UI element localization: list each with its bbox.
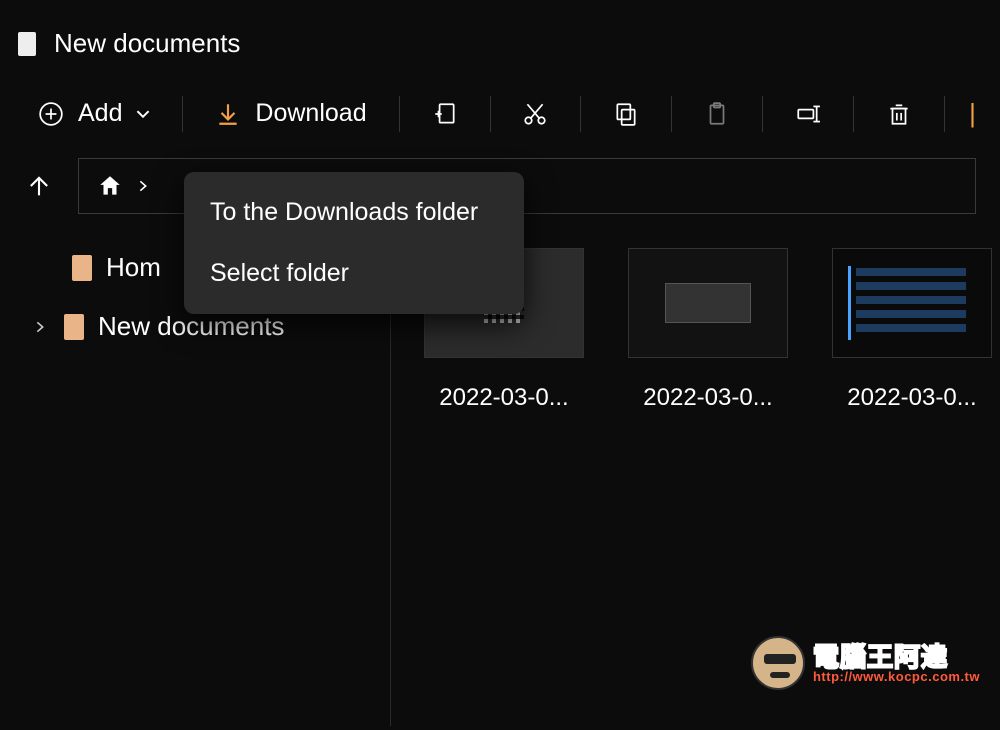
overflow-indicator[interactable]: | (963, 98, 976, 129)
file-name: 2022-03-0... (643, 384, 772, 412)
cut-icon (522, 101, 548, 127)
download-label: Download (255, 99, 366, 128)
download-button[interactable]: Download (201, 93, 380, 134)
new-file-button[interactable] (418, 95, 472, 133)
document-icon (18, 32, 36, 56)
download-icon (215, 101, 241, 127)
menu-item-downloads-folder[interactable]: To the Downloads folder (188, 182, 520, 243)
toolbar-divider (671, 96, 672, 132)
copy-icon (613, 101, 639, 127)
paste-button[interactable] (690, 95, 744, 133)
title-bar: New documents (0, 0, 1000, 79)
menu-item-select-folder[interactable]: Select folder (188, 243, 520, 304)
download-menu: To the Downloads folder Select folder (184, 172, 524, 314)
toolbar-divider (490, 96, 491, 132)
add-button[interactable]: Add (24, 93, 164, 134)
sidebar-item-label: Hom (106, 252, 161, 283)
file-name: 2022-03-0... (847, 384, 976, 412)
toolbar-divider (580, 96, 581, 132)
paste-icon (704, 101, 730, 127)
rename-button[interactable] (781, 95, 835, 133)
toolbar-divider (944, 96, 945, 132)
chevron-right-icon (135, 173, 151, 199)
toolbar-divider (762, 96, 763, 132)
delete-icon (886, 101, 912, 127)
file-item[interactable]: 2022-03-0... (419, 248, 589, 726)
window-title: New documents (54, 28, 240, 59)
copy-button[interactable] (599, 95, 653, 133)
chevron-right-icon[interactable] (30, 317, 50, 337)
delete-button[interactable] (872, 95, 926, 133)
toolbar: Add Download (0, 79, 1000, 148)
toolbar-divider (399, 96, 400, 132)
code-icon (842, 258, 982, 348)
thumbnail (832, 248, 992, 358)
sidebar-item-label: New documents (98, 311, 284, 342)
file-item[interactable]: 2022-03-0... (827, 248, 997, 726)
up-button[interactable] (24, 171, 54, 201)
folder-icon (64, 314, 84, 340)
folder-icon (72, 255, 92, 281)
toolbar-divider (853, 96, 854, 132)
cut-button[interactable] (508, 95, 562, 133)
new-file-icon (432, 101, 458, 127)
dialog-icon (665, 283, 751, 323)
home-icon[interactable] (97, 173, 123, 199)
caret-down-icon (136, 107, 150, 121)
thumbnail (628, 248, 788, 358)
file-item[interactable]: 2022-03-0... (623, 248, 793, 726)
toolbar-divider (182, 96, 183, 132)
add-label: Add (78, 99, 122, 128)
file-name: 2022-03-0... (439, 384, 568, 412)
rename-icon (795, 101, 821, 127)
plus-circle-icon (38, 101, 64, 127)
